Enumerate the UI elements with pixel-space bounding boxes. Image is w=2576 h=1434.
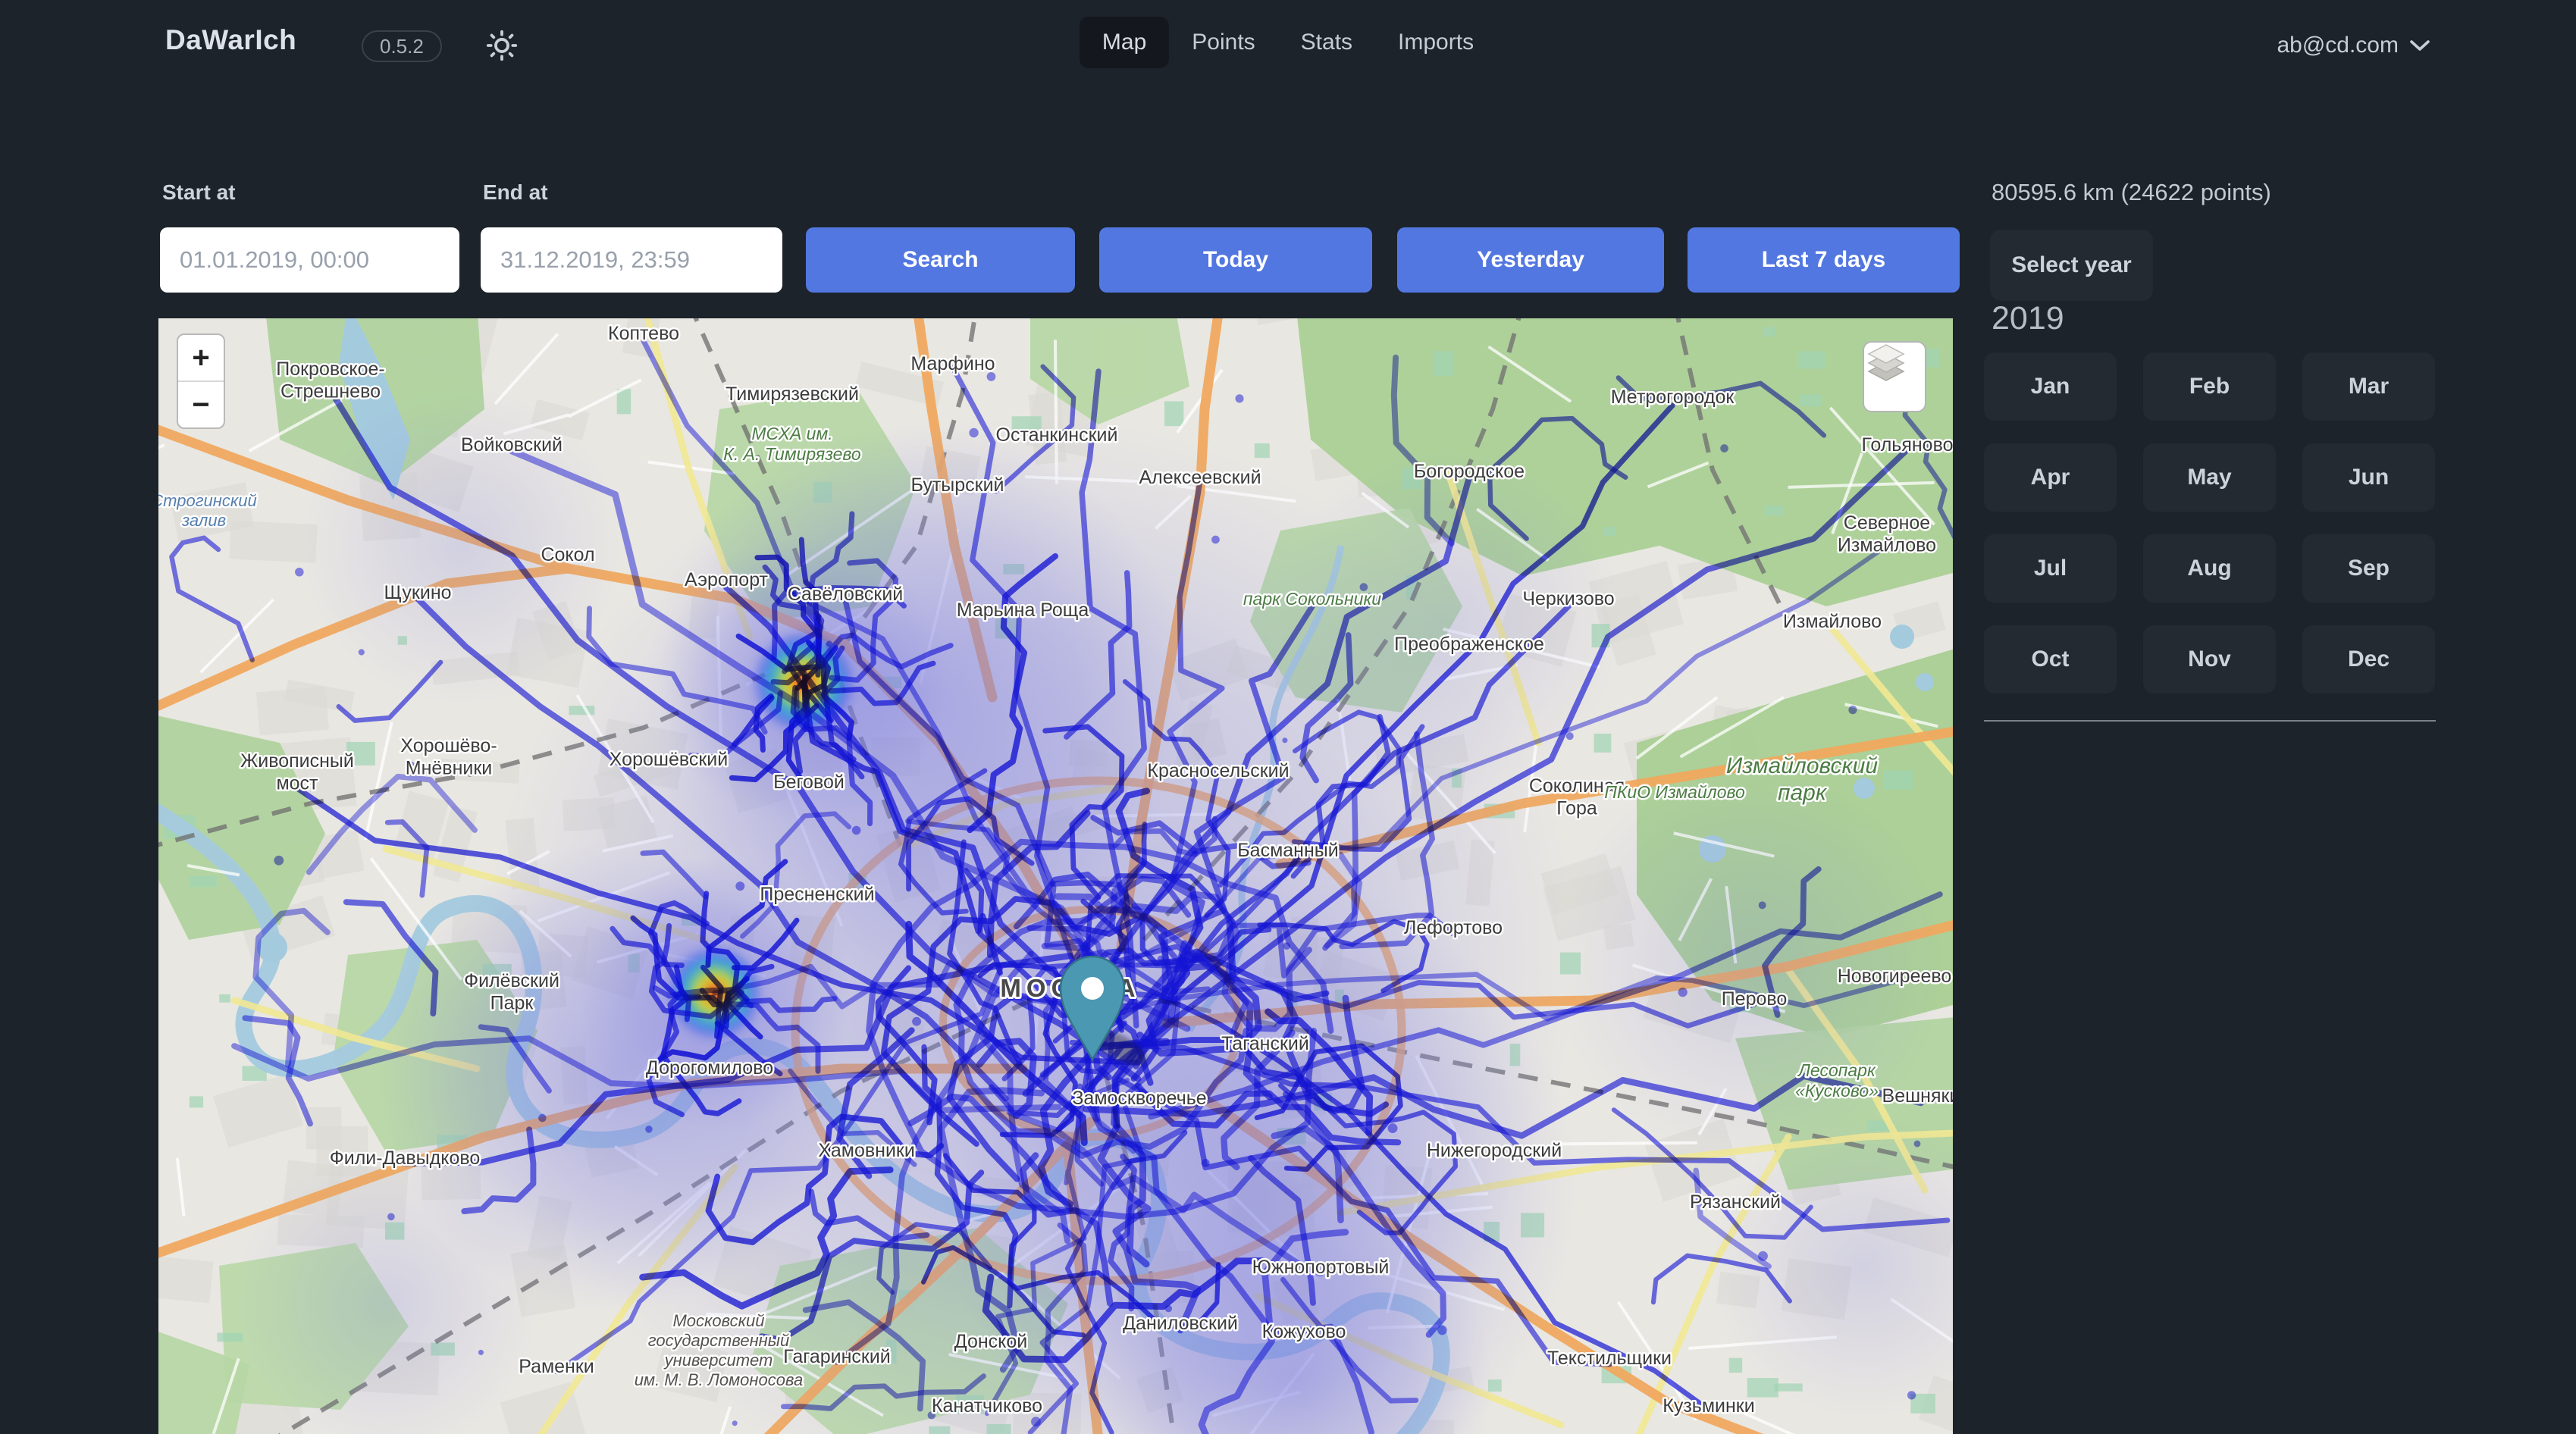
chevron-down-icon [2409,39,2430,52]
map-place-label: Беговой [773,772,845,793]
map-place-label: Гагаринский [783,1346,891,1367]
month-button-aug[interactable]: Aug [2143,534,2276,603]
month-grid: Jan Feb Mar Apr May Jun Jul Aug Sep Oct Nov Dec [1984,352,2436,694]
map-place-label: Вешняки [1882,1085,1953,1107]
map-place-label: Покровское-Стрешнево [276,358,384,402]
map-place-label: Даниловский [1123,1313,1238,1334]
map-place-label: Лефортово [1404,917,1503,938]
main-nav: MapPointsStatsImports [1080,17,1496,68]
map-place-label: Замоскворечье [1072,1088,1206,1109]
month-button-nov[interactable]: Nov [2143,625,2276,694]
map-place-label: Измайлово [1783,611,1882,632]
map-place-label: Фили-Давыдково [330,1148,481,1169]
map-place-label: Савёловский [788,584,904,605]
month-button-jun[interactable]: Jun [2302,443,2435,512]
tab-stats[interactable]: Stats [1278,17,1375,68]
start-at-label: Start at [162,180,235,205]
sidebar-divider [1984,720,2436,722]
search-button[interactable]: Search [806,227,1075,293]
map-place-label: Пресненский [760,884,874,905]
select-year-button[interactable]: Select year [1990,230,2153,301]
map-place-label: Текстильщики [1547,1348,1672,1369]
map-place-label: ПКиО Измайлово [1604,782,1745,802]
map-place-label: Раменки [519,1356,594,1377]
map-place-label: Донской [954,1331,1028,1352]
map-place-label: Хорошёво-Мнёвники [400,735,497,779]
month-button-jul[interactable]: Jul [1984,534,2117,603]
app-logo[interactable]: DaWarIch [165,24,296,56]
month-button-jan[interactable]: Jan [1984,352,2117,421]
map-place-label: Нижегородский [1427,1140,1562,1161]
map-place-label: Дорогомилово [646,1057,773,1079]
map-place-label: Перово [1722,988,1788,1010]
month-button-feb[interactable]: Feb [2143,352,2276,421]
map-place-label: Кузьминки [1662,1395,1754,1417]
version-badge: 0.5.2 [362,30,442,62]
map-layers-control[interactable] [1863,341,1926,412]
distance-points-stats: 80595.6 km (24622 points) [1992,179,2271,206]
map[interactable]: Покровское-Стрешнево Войковский Коптево Тим… [158,318,1953,1434]
map-place-label: Кожухово [1262,1321,1346,1342]
tab-imports[interactable]: Imports [1375,17,1496,68]
map-zoom-control: + − [177,333,225,429]
tab-points[interactable]: Points [1169,17,1277,68]
map-place-label: Южнопортовый [1252,1257,1390,1278]
map-place-label: Гольяново [1862,434,1953,456]
user-menu[interactable]: ab@cd.com [2277,23,2430,68]
map-place-label: Красносельский [1147,760,1289,781]
end-at-label: End at [483,180,548,205]
today-button[interactable]: Today [1099,227,1372,293]
map-place-label: Преображенское [1394,634,1544,655]
month-button-may[interactable]: May [2143,443,2276,512]
yesterday-button[interactable]: Yesterday [1397,227,1664,293]
map-place-label: Алексеевский [1139,467,1261,488]
year-heading: 2019 [1992,300,2064,337]
map-place-label: парк Сокольники [1243,589,1381,609]
user-email: ab@cd.com [2277,33,2399,58]
month-button-mar[interactable]: Mar [2302,352,2435,421]
start-at-input[interactable] [160,227,459,293]
map-place-label: Щукино [384,582,451,603]
map-place-label: Сокол [541,544,594,565]
map-place-label: Бутырский [910,474,1004,496]
theme-toggle-sun-icon[interactable] [482,26,522,65]
map-place-label: Богородское [1414,461,1525,482]
map-place-label: Хорошёвский [610,749,728,770]
map-place-label: Коптево [608,323,679,344]
zoom-in-button[interactable]: + [178,335,224,382]
month-button-dec[interactable]: Dec [2302,625,2435,694]
map-place-label: Рязанский [1690,1191,1781,1213]
last-7-days-button[interactable]: Last 7 days [1688,227,1960,293]
month-button-oct[interactable]: Oct [1984,625,2117,694]
map-place-label: Новогиреево [1838,966,1952,987]
month-button-apr[interactable]: Apr [1984,443,2117,512]
end-at-input[interactable] [481,227,782,293]
sun-icon [484,28,519,63]
map-place-label: Лесопарк«Кусково» [1795,1060,1879,1101]
map-place-label: Войковский [461,434,563,456]
map-place-label: Марфино [910,353,995,374]
map-place-label: Канатчиково [932,1395,1042,1417]
map-place-label: Черкизово [1522,588,1614,609]
map-place-label: Тимирязевский [725,384,859,405]
map-place-label: Метрогородок [1611,387,1735,408]
map-place-label: Таганский [1221,1033,1309,1054]
month-button-sep[interactable]: Sep [2302,534,2435,603]
map-place-label: Останкинский [996,424,1118,446]
tab-map[interactable]: Map [1080,17,1169,68]
map-canvas[interactable]: Покровское-Стрешнево Войковский Коптево Тим… [158,318,1953,1434]
map-place-label: Басманный [1237,840,1338,861]
map-place-label: Аэропорт [685,569,769,590]
map-place-label: СеверноеИзмайлово [1838,512,1936,556]
map-place-label: Марьина Роща [957,600,1089,621]
layers-icon [1864,343,1908,390]
map-place-label: Хамовники [818,1140,915,1161]
zoom-out-button[interactable]: − [178,382,224,427]
